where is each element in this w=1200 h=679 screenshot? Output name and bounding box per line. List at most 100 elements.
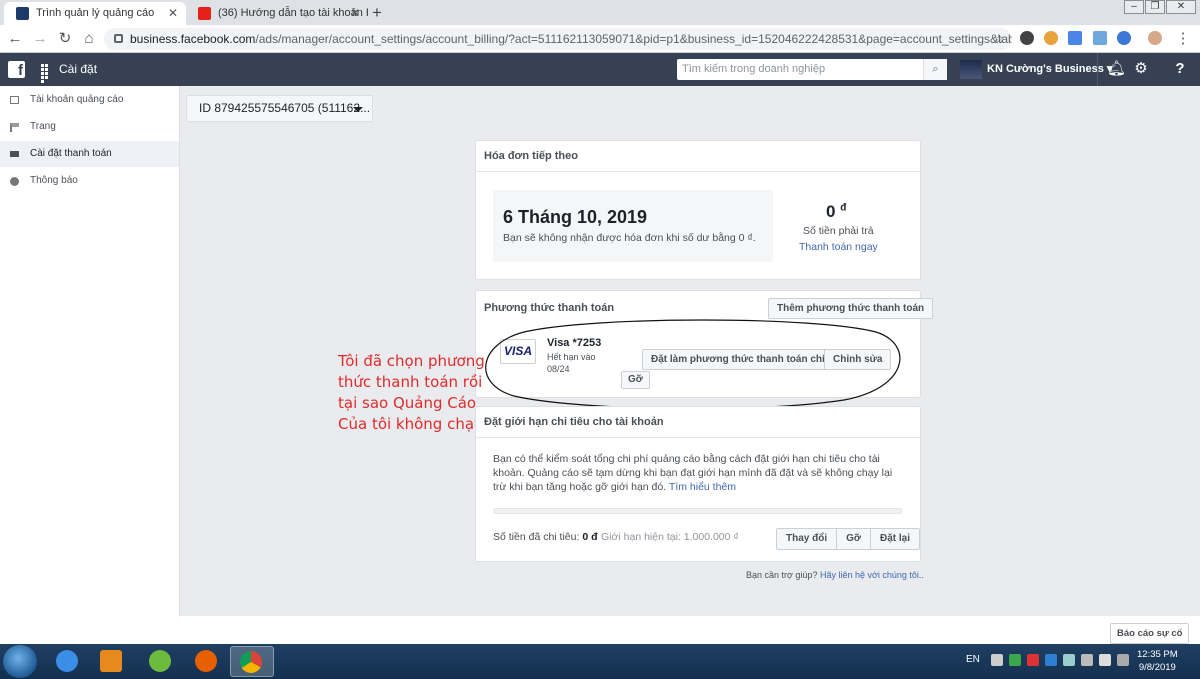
bill-summary: 6 Tháng 10, 2019 Bạn sẽ không nhận được … <box>493 190 773 262</box>
spent-value: 0 đ <box>582 531 598 543</box>
sidebar-item-label: Thông báo <box>30 175 78 186</box>
tray-icon[interactable] <box>1081 654 1093 666</box>
menu-kebab-icon[interactable]: ⋮ <box>1174 29 1192 49</box>
forward-icon[interactable]: → <box>31 29 49 49</box>
youtube-icon <box>198 7 211 20</box>
taskbar-firefox[interactable] <box>186 646 226 677</box>
close-icon[interactable]: ✕ <box>168 2 178 24</box>
taskbar-media-player[interactable] <box>91 646 131 677</box>
app-icon <box>149 650 171 672</box>
learn-more-link[interactable]: Tìm hiểu thêm <box>669 481 736 493</box>
ad-account-selector[interactable]: ID 879425575546705 (511162... <box>186 95 373 122</box>
sidebar-item-pages[interactable]: Trang <box>0 114 179 140</box>
new-tab-plus-icon[interactable]: + <box>372 3 382 23</box>
bill-date: 6 Tháng 10, 2019 <box>503 207 648 227</box>
business-switcher[interactable]: KN Cường's Business ▾ <box>987 62 1112 75</box>
next-bill-card: Hóa đơn tiếp theo 6 Tháng 10, 2019 Bạn s… <box>475 140 921 280</box>
shield-extension-icon[interactable] <box>1117 31 1131 45</box>
amount-value: 0 <box>826 202 836 221</box>
edit-button[interactable]: Chỉnh sửa <box>824 349 892 370</box>
home-icon[interactable]: ⌂ <box>80 29 98 49</box>
payment-methods-card: Phương thức thanh toán Thêm phương thức … <box>475 290 934 398</box>
search-icon[interactable]: ⌕ <box>923 59 947 80</box>
change-limit-button[interactable]: Thay đổi <box>777 529 838 549</box>
report-problem-button[interactable]: Báo cáo sự cố <box>1110 623 1190 644</box>
remove-card-button[interactable]: Gỡ <box>621 371 650 389</box>
internet-explorer-icon <box>56 650 78 672</box>
bell-icon[interactable]: 🔔︎ <box>1107 60 1126 78</box>
browser-tab-strip: Trình quản lý quảng cáo ✕ (36) Hướng dẫn… <box>0 0 1200 25</box>
spent-amount: Số tiền đã chi tiêu: 0 đ <box>493 531 597 543</box>
minimize-icon[interactable]: – <box>1124 0 1144 14</box>
spending-progress-bar <box>493 508 903 514</box>
back-icon[interactable]: ← <box>6 29 24 49</box>
reload-icon[interactable]: ↻ <box>56 29 74 49</box>
tab-title: Trình quản lý quảng cáo <box>36 7 155 19</box>
sidebar-item-payment-settings[interactable]: Cài đặt thanh toán <box>0 141 179 167</box>
taskbar-app[interactable] <box>140 646 180 677</box>
browser-tab-ads-manager[interactable]: Trình quản lý quảng cáo ✕ <box>4 2 186 25</box>
browser-tab-youtube[interactable]: (36) Hướng dẫn tạo tài khoản Fa ✕ <box>186 2 368 25</box>
media-player-icon <box>100 650 122 672</box>
chrome-icon <box>240 651 262 673</box>
help-icon[interactable]: ? <box>1171 60 1189 78</box>
ad-account-value: ID 879425575546705 (511162... <box>199 101 371 115</box>
window-close-icon[interactable]: ✕ <box>1166 0 1196 14</box>
volume-icon[interactable] <box>1117 654 1129 666</box>
close-icon[interactable]: ✕ <box>350 2 360 24</box>
sidebar-item-label: Tài khoản quảng cáo <box>30 94 124 105</box>
url-path: /ads/manager/account_settings/account_bi… <box>255 32 1012 46</box>
ad-account-icon <box>10 96 19 104</box>
clock-date: 9/8/2019 <box>1138 662 1176 673</box>
gear-icon[interactable]: ⚙ <box>1132 60 1150 78</box>
remove-limit-button[interactable]: Gỡ <box>837 529 871 549</box>
taskbar-chrome[interactable] <box>230 646 274 677</box>
grid-menu-icon[interactable] <box>41 64 52 83</box>
ads-manager-icon <box>16 7 29 20</box>
reset-limit-button[interactable]: Đặt lại <box>871 529 919 549</box>
card-expiry: Hết hạn vào 08/24 <box>547 352 596 374</box>
globe-icon <box>10 177 19 186</box>
url-host: business.facebook.com <box>130 32 256 46</box>
search-placeholder: Tìm kiếm trong doanh nghiệp <box>682 63 826 75</box>
flag-icon <box>10 123 19 132</box>
tray-icon[interactable] <box>991 654 1003 666</box>
tray-icon[interactable] <box>1009 654 1021 666</box>
tray-icon[interactable] <box>1027 654 1039 666</box>
extension-icon[interactable] <box>1093 31 1107 45</box>
sidebar-item-ad-accounts[interactable]: Tài khoản quảng cáo <box>0 87 179 113</box>
contact-us-link[interactable]: Hãy liên hệ với chúng tôi.. <box>820 570 924 580</box>
spending-limit-card: Đặt giới hạn chi tiêu cho tài khoản Bạn … <box>475 406 921 562</box>
start-button-icon[interactable] <box>3 645 37 678</box>
restore-icon[interactable]: ❐ <box>1145 0 1165 14</box>
limit-actions: Thay đổi Gỡ Đặt lại <box>776 528 920 550</box>
extension-icon[interactable] <box>1044 31 1058 45</box>
business-search-input[interactable]: Tìm kiếm trong doanh nghiệp ⌕ <box>677 59 947 80</box>
visa-logo: VISA <box>500 339 536 364</box>
sidebar-item-notifications[interactable]: Thông báo <box>0 168 179 194</box>
business-name: KN Cường's Business <box>987 63 1104 75</box>
facebook-logo-icon[interactable]: f <box>8 61 25 79</box>
tray-icon[interactable] <box>1045 654 1057 666</box>
pinterest-extension-icon[interactable] <box>1020 31 1034 45</box>
url-input[interactable]: business.facebook.com/ads/manager/accoun… <box>104 28 1012 50</box>
card-name: Visa *7253 <box>547 337 602 349</box>
set-primary-button[interactable]: Đặt làm phương thức thanh toán chính <box>642 349 847 370</box>
firefox-icon <box>195 650 217 672</box>
divider <box>1097 53 1098 86</box>
taskbar-internet-explorer[interactable] <box>47 646 87 677</box>
network-icon[interactable] <box>1063 654 1075 666</box>
flag-tray-icon[interactable] <box>1099 654 1111 666</box>
pay-now-link[interactable]: Thanh toán ngay <box>799 241 878 253</box>
settings-sidebar: Tài khoản quảng cáo Trang Cài đặt thanh … <box>0 86 180 616</box>
profile-avatar[interactable] <box>1148 31 1162 45</box>
system-clock[interactable]: 12:35 PM 9/8/2019 <box>1137 648 1178 674</box>
translate-extension-icon[interactable] <box>1068 31 1082 45</box>
page-title[interactable]: Cài đặt <box>59 62 97 76</box>
language-indicator[interactable]: EN <box>966 654 980 665</box>
card-heading: Đặt giới hạn chi tiêu cho tài khoản <box>476 407 920 438</box>
bookmark-star-icon[interactable]: ☆ <box>990 29 1008 49</box>
amount-currency: đ <box>840 202 847 214</box>
add-payment-method-button[interactable]: Thêm phương thức thanh toán <box>768 298 934 319</box>
business-avatar[interactable] <box>960 60 982 79</box>
